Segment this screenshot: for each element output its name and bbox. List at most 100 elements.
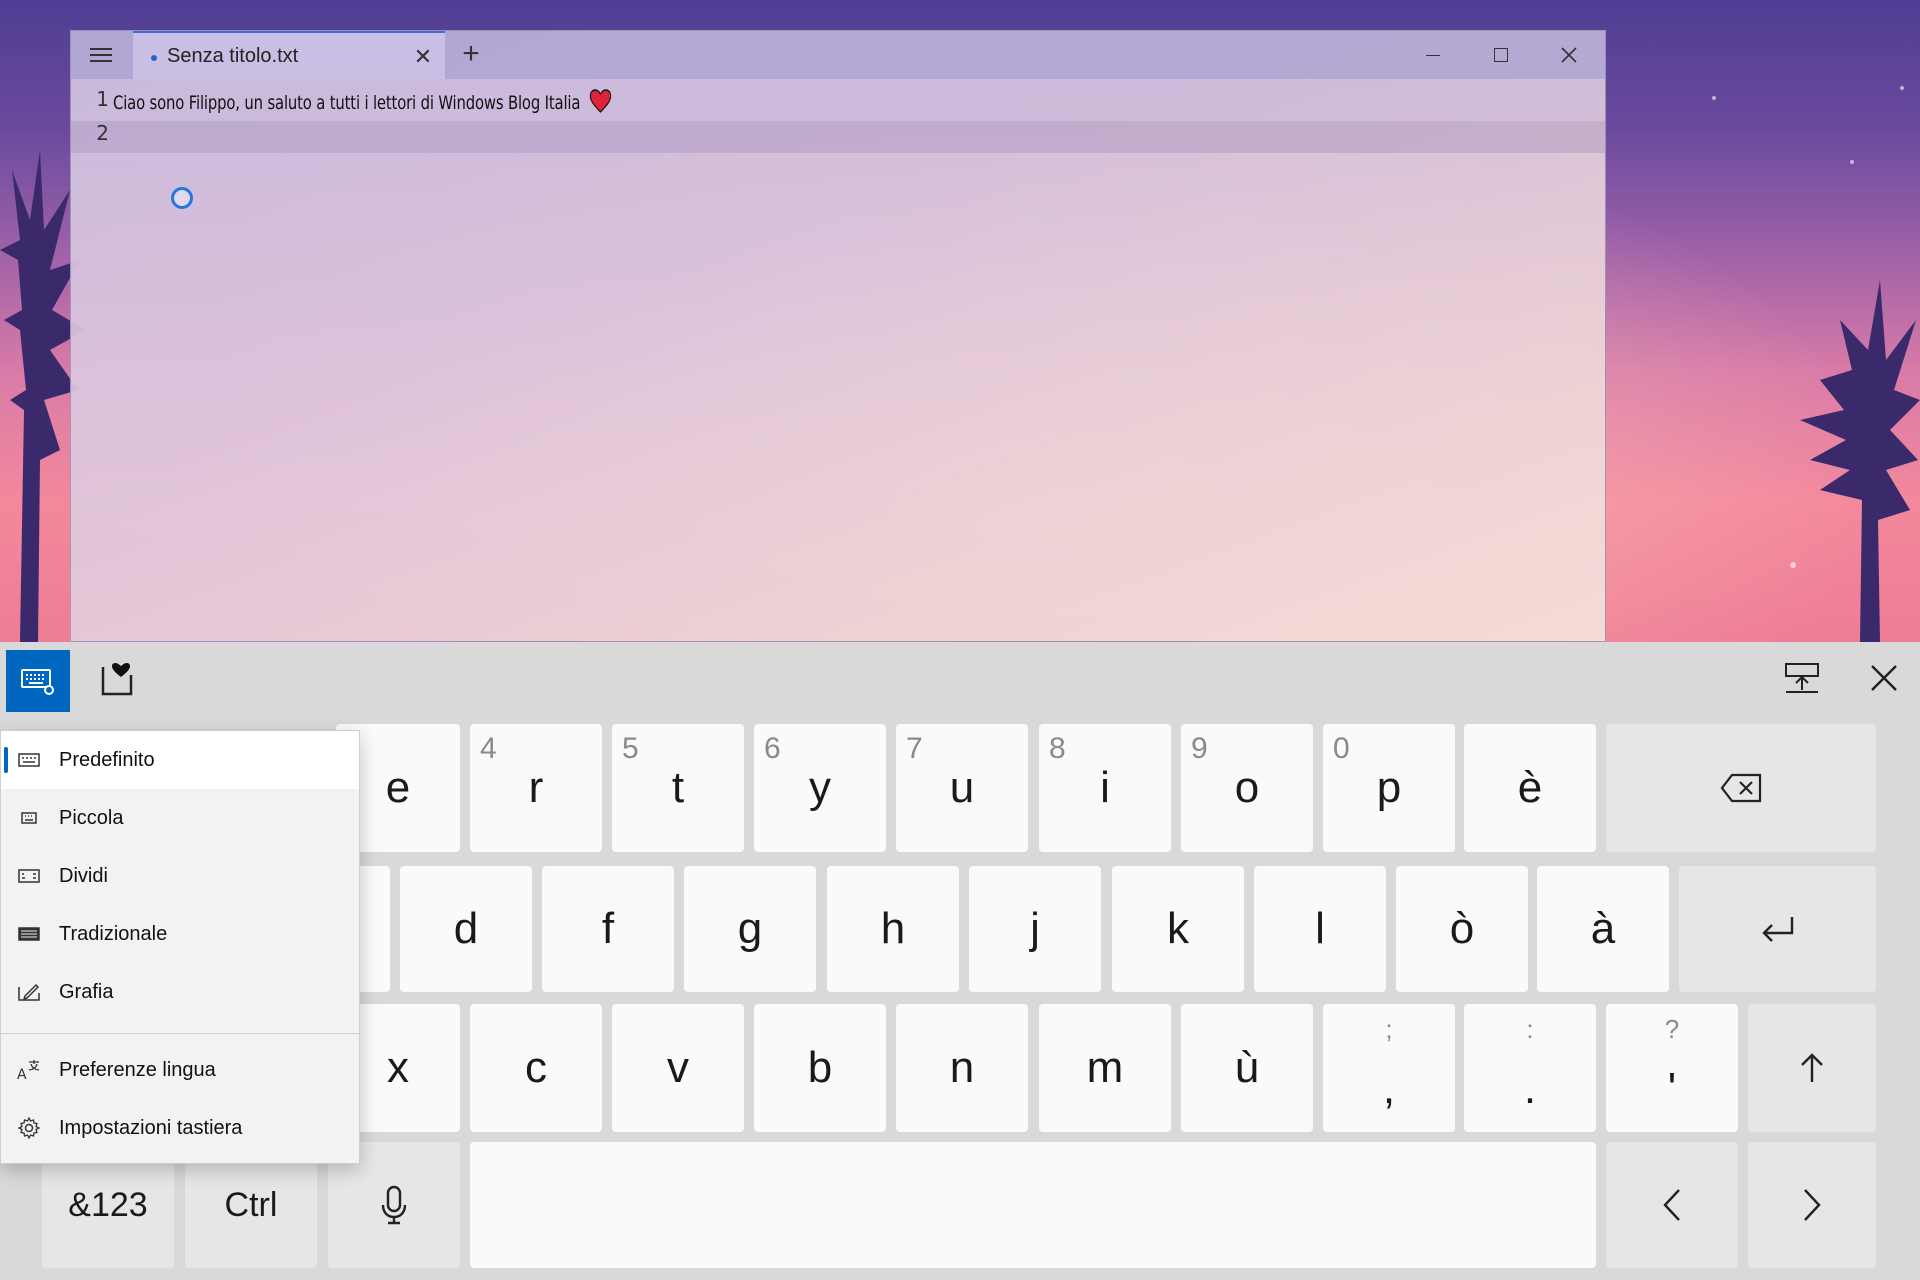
backspace-icon bbox=[1720, 773, 1762, 803]
close-window-button[interactable] bbox=[1535, 31, 1603, 79]
menu-item-dividi[interactable]: Dividi bbox=[1, 847, 359, 905]
key-label: p bbox=[1376, 763, 1402, 812]
maximize-button[interactable] bbox=[1467, 31, 1535, 79]
key-secondary-label: 0 bbox=[1333, 732, 1350, 765]
key-d[interactable]: d bbox=[400, 866, 532, 992]
close-tab-icon[interactable]: ✕ bbox=[411, 45, 435, 69]
key-label: ò bbox=[1449, 904, 1475, 953]
heart-emoji-icon bbox=[589, 89, 612, 113]
key-n[interactable]: n bbox=[896, 1004, 1028, 1132]
editor-line-current bbox=[71, 121, 1605, 153]
left-arrow-key[interactable] bbox=[1606, 1142, 1738, 1268]
keyboard-settings-button[interactable] bbox=[6, 650, 70, 712]
right-arrow-key[interactable] bbox=[1748, 1142, 1876, 1268]
key-secondary-label: 6 bbox=[764, 732, 781, 765]
hamburger-menu-icon[interactable] bbox=[85, 43, 117, 67]
key-label: à bbox=[1590, 904, 1616, 953]
keyboard-split-icon bbox=[17, 866, 41, 886]
key-label: t bbox=[671, 763, 685, 812]
key-m[interactable]: m bbox=[1039, 1004, 1171, 1132]
menu-item-label: Tradizionale bbox=[59, 922, 168, 945]
key-k[interactable]: k bbox=[1112, 866, 1244, 992]
key-u[interactable]: 7u bbox=[896, 724, 1028, 852]
key-label: v bbox=[667, 1043, 689, 1092]
emoji-button[interactable] bbox=[92, 654, 142, 704]
menu-item-keyboard-settings[interactable]: Impostazioni tastiera bbox=[1, 1099, 359, 1157]
menu-item-tradizionale[interactable]: Tradizionale bbox=[1, 905, 359, 963]
notepad-window: Senza titolo.txt ✕ + 1 2 Ciao sono Filip… bbox=[70, 30, 1606, 642]
key-label: . bbox=[1523, 1064, 1537, 1113]
key-secondary-label: ; bbox=[1385, 1014, 1393, 1044]
key-c[interactable]: c bbox=[470, 1004, 602, 1132]
key-t[interactable]: 5t bbox=[612, 724, 744, 852]
key-e-grave[interactable]: è bbox=[1464, 724, 1596, 852]
svg-text:A: A bbox=[17, 1067, 27, 1081]
spacebar[interactable] bbox=[470, 1142, 1596, 1268]
touch-cursor-handle[interactable] bbox=[171, 187, 193, 209]
key-b[interactable]: b bbox=[754, 1004, 886, 1132]
keyboard-small-icon bbox=[17, 808, 41, 828]
chevron-right-icon bbox=[1804, 1189, 1821, 1221]
key-i[interactable]: 8i bbox=[1039, 724, 1171, 852]
close-keyboard-button[interactable] bbox=[1862, 656, 1906, 700]
keyboard-layout-menu: Predefinito Piccola Dividi Tradizionale … bbox=[0, 730, 360, 1164]
key-o-grave[interactable]: ò bbox=[1396, 866, 1528, 992]
key-p[interactable]: 0p bbox=[1323, 724, 1455, 852]
close-icon bbox=[1561, 47, 1577, 63]
microphone-icon bbox=[381, 1185, 407, 1225]
star bbox=[1712, 96, 1716, 100]
key-u-grave[interactable]: ù bbox=[1181, 1004, 1313, 1132]
key-j[interactable]: j bbox=[969, 866, 1101, 992]
key-apostrophe[interactable]: ? ' bbox=[1606, 1004, 1738, 1132]
key-label: b bbox=[807, 1043, 833, 1092]
key-label: &123 bbox=[68, 1185, 148, 1224]
dock-icon bbox=[1785, 663, 1819, 693]
key-label: ' bbox=[1667, 1064, 1677, 1113]
minimize-icon bbox=[1426, 54, 1440, 56]
menu-item-label: Preferenze lingua bbox=[59, 1058, 216, 1081]
line-number: 1 bbox=[96, 87, 109, 111]
shift-arrow-icon bbox=[1801, 1053, 1823, 1082]
key-o[interactable]: 9o bbox=[1181, 724, 1313, 852]
dock-keyboard-button[interactable] bbox=[1780, 656, 1824, 700]
menu-item-label: Impostazioni tastiera bbox=[59, 1116, 243, 1139]
key-secondary-label: 4 bbox=[480, 732, 497, 765]
key-v[interactable]: v bbox=[612, 1004, 744, 1132]
enter-key[interactable] bbox=[1679, 866, 1876, 992]
minimize-button[interactable] bbox=[1399, 31, 1467, 79]
key-comma[interactable]: ;, bbox=[1323, 1004, 1455, 1132]
key-label: e bbox=[385, 763, 411, 812]
key-l[interactable]: l bbox=[1254, 866, 1386, 992]
key-f[interactable]: f bbox=[542, 866, 674, 992]
key-label: i bbox=[1100, 763, 1110, 812]
key-secondary-label: : bbox=[1526, 1014, 1534, 1044]
tab-document[interactable]: Senza titolo.txt ✕ bbox=[133, 31, 445, 79]
key-label: ù bbox=[1234, 1043, 1260, 1092]
key-label: k bbox=[1167, 904, 1189, 953]
menu-item-grafia[interactable]: Grafia bbox=[1, 963, 359, 1021]
key-a-grave[interactable]: à bbox=[1537, 866, 1669, 992]
key-h[interactable]: h bbox=[827, 866, 959, 992]
shift-key[interactable] bbox=[1748, 1004, 1876, 1132]
keyboard-traditional-icon bbox=[17, 924, 41, 944]
new-tab-button[interactable]: + bbox=[455, 39, 487, 71]
chevron-left-icon bbox=[1663, 1189, 1680, 1221]
key-label: f bbox=[601, 904, 615, 953]
key-period[interactable]: :. bbox=[1464, 1004, 1596, 1132]
key-label: u bbox=[949, 763, 975, 812]
menu-item-piccola[interactable]: Piccola bbox=[1, 789, 359, 847]
title-bar: Senza titolo.txt ✕ + bbox=[71, 31, 1605, 79]
key-label: m bbox=[1086, 1043, 1124, 1092]
text-editor[interactable]: 1 2 Ciao sono Filippo, un saluto a tutti… bbox=[71, 79, 1605, 641]
key-label: h bbox=[880, 904, 906, 953]
key-y[interactable]: 6y bbox=[754, 724, 886, 852]
key-g[interactable]: g bbox=[684, 866, 816, 992]
menu-item-predefinito[interactable]: Predefinito bbox=[1, 731, 359, 789]
backspace-key[interactable] bbox=[1606, 724, 1876, 852]
menu-item-label: Grafia bbox=[59, 980, 114, 1003]
key-r[interactable]: 4r bbox=[470, 724, 602, 852]
key-label: è bbox=[1517, 763, 1543, 812]
star bbox=[1850, 160, 1854, 164]
key-label: y bbox=[809, 763, 831, 812]
menu-item-language-preferences[interactable]: A Preferenze lingua bbox=[1, 1041, 359, 1099]
